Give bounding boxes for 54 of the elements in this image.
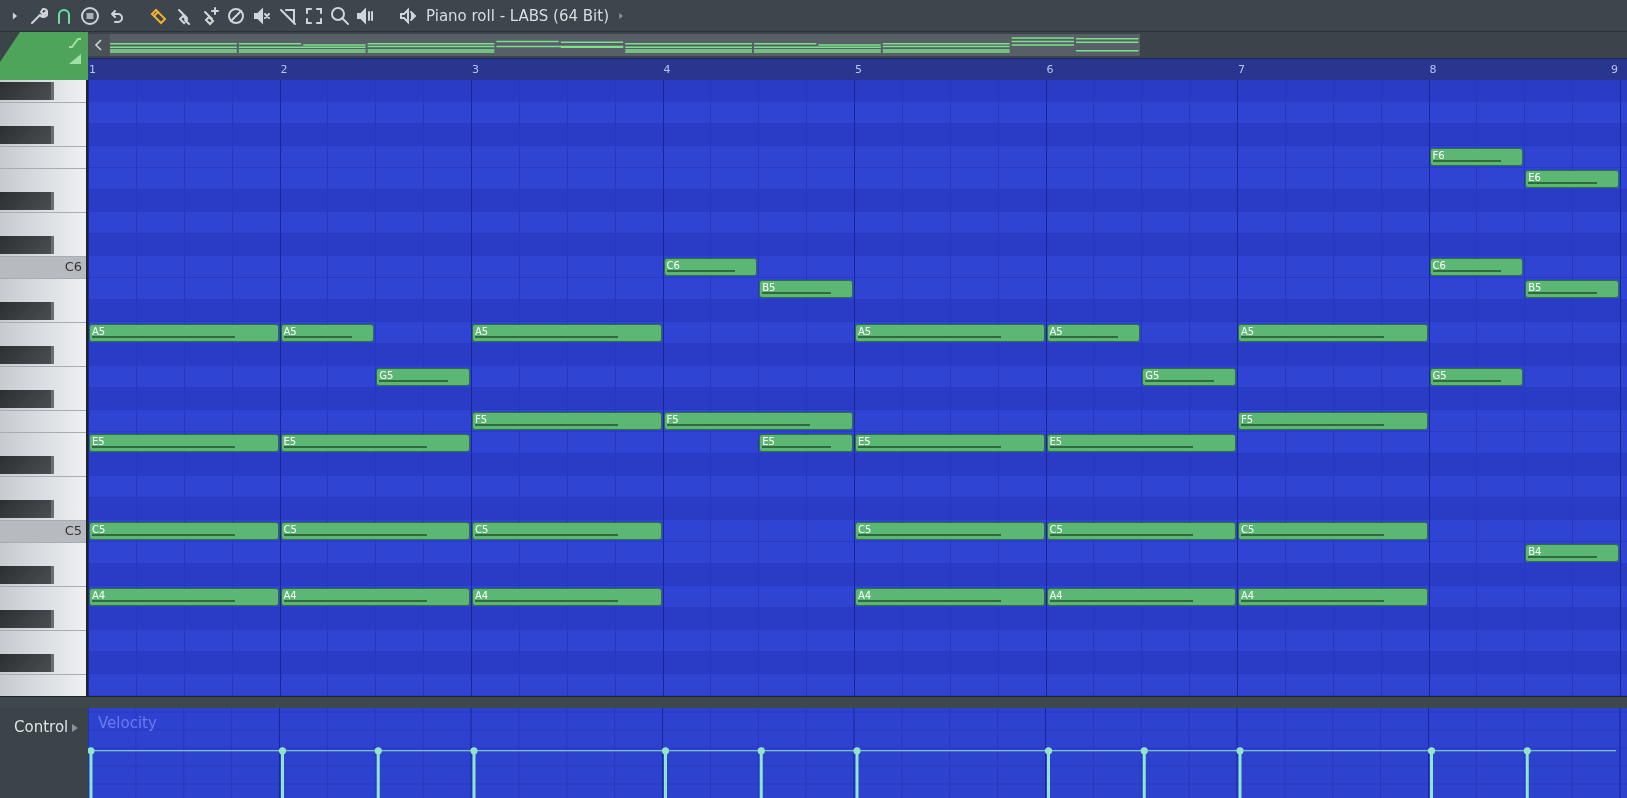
bar-number: 4 bbox=[663, 63, 671, 76]
note-block[interactable]: F5 bbox=[472, 412, 662, 430]
note-block[interactable]: G5 bbox=[376, 368, 470, 386]
note-block[interactable]: C5 bbox=[472, 522, 662, 540]
note-block[interactable]: G5 bbox=[1429, 368, 1524, 386]
note-block[interactable]: C6 bbox=[1429, 258, 1524, 276]
note-block[interactable]: A4 bbox=[89, 588, 279, 606]
note-block[interactable]: C5 bbox=[855, 522, 1045, 540]
control-label[interactable]: Control bbox=[14, 718, 69, 736]
key-label: C6 bbox=[64, 259, 82, 274]
timeline-ruler[interactable]: 1 2 3 4 5 6 7 8 9 bbox=[88, 58, 1627, 80]
note-block[interactable]: F5 bbox=[1238, 412, 1428, 430]
note-block[interactable]: E6 bbox=[1525, 170, 1619, 188]
parameter-name: Velocity bbox=[98, 714, 157, 732]
note-block[interactable]: C5 bbox=[89, 522, 279, 540]
note-block[interactable]: C6 bbox=[663, 258, 758, 276]
note-block[interactable]: E5 bbox=[1046, 434, 1236, 452]
note-block[interactable]: C5 bbox=[1046, 522, 1236, 540]
bar-number: 9 bbox=[1611, 63, 1618, 76]
note-block[interactable]: E5 bbox=[759, 434, 853, 452]
key-label: C5 bbox=[64, 523, 82, 538]
note-block[interactable]: F6 bbox=[1429, 148, 1524, 166]
note-grid[interactable]: F6 E6 C6 C6 B5 B5 A5 A5 A5 A5 A5 A5 G5 G5 G5 F5 F5 F5 E5 E5 E5 E5 E5 C5 C5 C5 C5 C5 C5 B4 A4 A4 A4 A4 A4 A4 bbox=[88, 80, 1627, 696]
note-block[interactable]: A5 bbox=[855, 324, 1045, 342]
note-block[interactable]: A5 bbox=[89, 324, 279, 342]
velocity-lane[interactable]: Velocity bbox=[88, 708, 1627, 798]
note-block[interactable]: E5 bbox=[280, 434, 470, 452]
note-block[interactable]: A4 bbox=[1238, 588, 1428, 606]
bar-number: 8 bbox=[1429, 63, 1437, 76]
bar-number: 5 bbox=[855, 63, 862, 76]
note-block[interactable]: G5 bbox=[1142, 368, 1236, 386]
piano-keyboard[interactable]: C6 C5 bbox=[0, 80, 88, 696]
note-block[interactable]: B5 bbox=[1525, 280, 1619, 298]
bar-number: 1 bbox=[89, 63, 96, 76]
note-block[interactable]: C5 bbox=[1238, 522, 1428, 540]
window-title: Piano roll - LABS (64 Bit) bbox=[426, 6, 609, 25]
bar-number: 7 bbox=[1238, 63, 1245, 76]
note-block[interactable]: A5 bbox=[1238, 324, 1428, 342]
note-block[interactable]: F5 bbox=[663, 412, 853, 430]
note-block[interactable]: A4 bbox=[855, 588, 1045, 606]
bar-number: 6 bbox=[1046, 63, 1054, 76]
note-block[interactable]: C5 bbox=[280, 522, 470, 540]
note-block[interactable]: A5 bbox=[1046, 324, 1141, 342]
note-block[interactable]: A5 bbox=[472, 324, 662, 342]
bar-number: 2 bbox=[280, 63, 288, 76]
note-block[interactable]: A4 bbox=[280, 588, 470, 606]
note-block[interactable]: A4 bbox=[472, 588, 662, 606]
note-block[interactable]: E5 bbox=[89, 434, 279, 452]
note-block[interactable]: A4 bbox=[1046, 588, 1236, 606]
note-block[interactable]: B4 bbox=[1525, 544, 1619, 562]
bar-number: 3 bbox=[472, 63, 479, 76]
note-block[interactable]: E5 bbox=[855, 434, 1045, 452]
note-block[interactable]: B5 bbox=[759, 280, 853, 298]
note-block[interactable]: A5 bbox=[280, 324, 375, 342]
